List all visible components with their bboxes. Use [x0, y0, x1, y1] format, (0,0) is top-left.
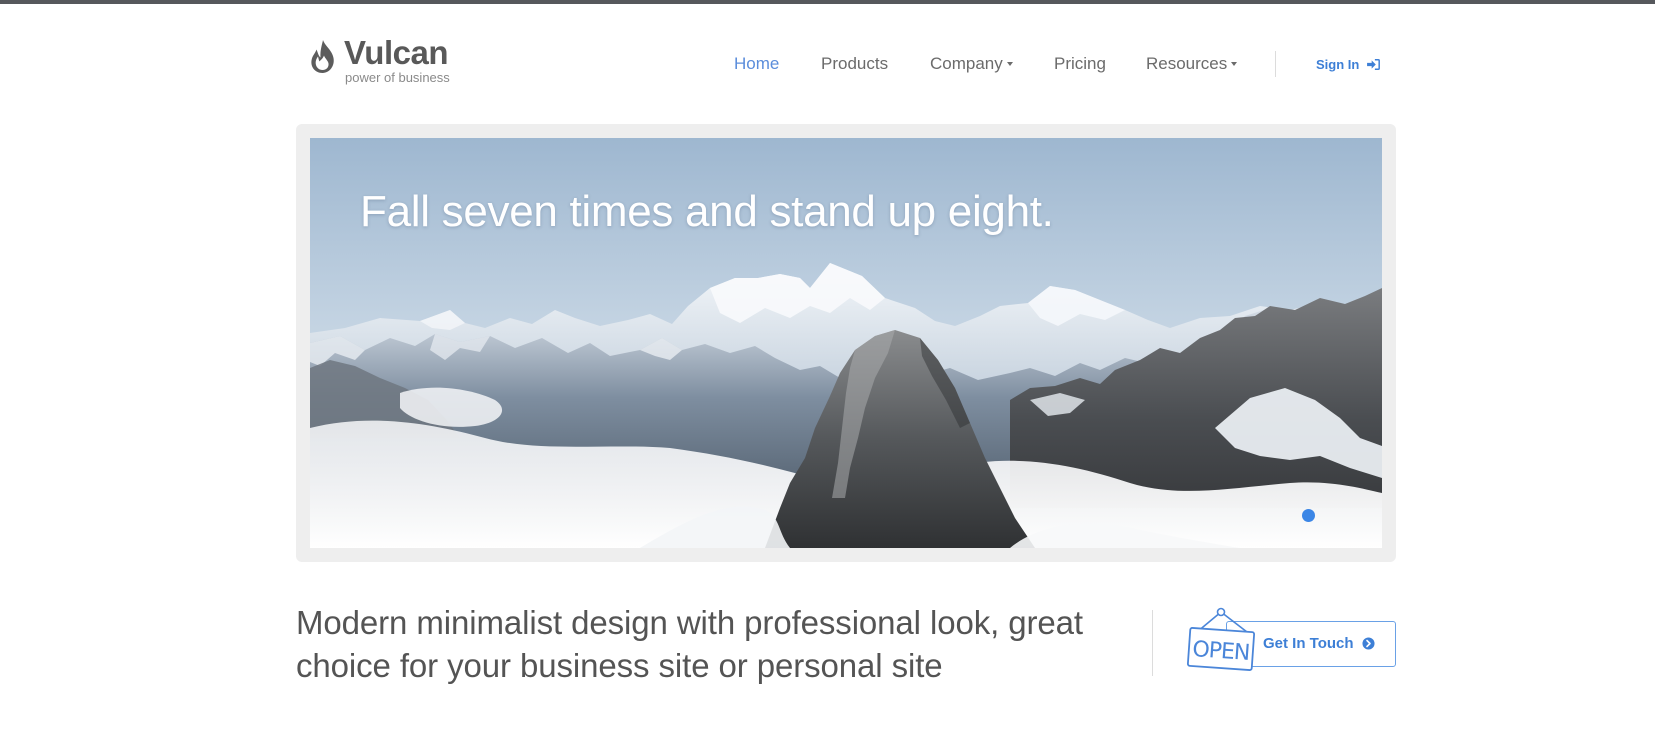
intro-text: Modern minimalist design with profession… [296, 604, 1083, 684]
sign-in-label: Sign In [1316, 57, 1360, 72]
nav-home-label: Home [734, 54, 780, 73]
hero-slider[interactable]: Fall seven times and stand up eight. [310, 138, 1382, 548]
nav-company-label: Company [930, 54, 1003, 73]
brand-tagline: power of business [345, 70, 450, 85]
brand-logo[interactable]: Vulcan power of business [308, 34, 458, 88]
chevron-circle-right-icon [1362, 637, 1375, 650]
nav-company[interactable]: Company [930, 52, 1013, 76]
caret-down-icon [1006, 61, 1013, 66]
caret-down-icon [1231, 61, 1238, 66]
nav-home[interactable]: Home [734, 52, 779, 76]
nav-divider [1275, 51, 1276, 77]
nav-resources-label: Resources [1146, 54, 1228, 73]
top-border [0, 0, 1655, 4]
nav-pricing[interactable]: Pricing [1054, 52, 1106, 76]
get-in-touch-label: Get In Touch [1263, 635, 1354, 652]
sign-in-link[interactable]: Sign In [1316, 55, 1381, 75]
flame-icon [311, 40, 334, 73]
nav-products-label: Products [821, 54, 889, 73]
nav-resources[interactable]: Resources [1146, 52, 1238, 76]
nav-products[interactable]: Products [821, 52, 888, 76]
open-sign-text: OPEN [1192, 637, 1251, 666]
slider-dot-active[interactable] [1302, 509, 1315, 522]
nav-pricing-label: Pricing [1054, 54, 1106, 73]
intro-divider [1152, 610, 1153, 676]
brand-name: Vulcan [344, 34, 448, 71]
hero-caption: Fall seven times and stand up eight. [360, 187, 1054, 236]
sign-in-icon [1367, 59, 1381, 71]
open-sign-icon: OPEN [1186, 607, 1256, 671]
